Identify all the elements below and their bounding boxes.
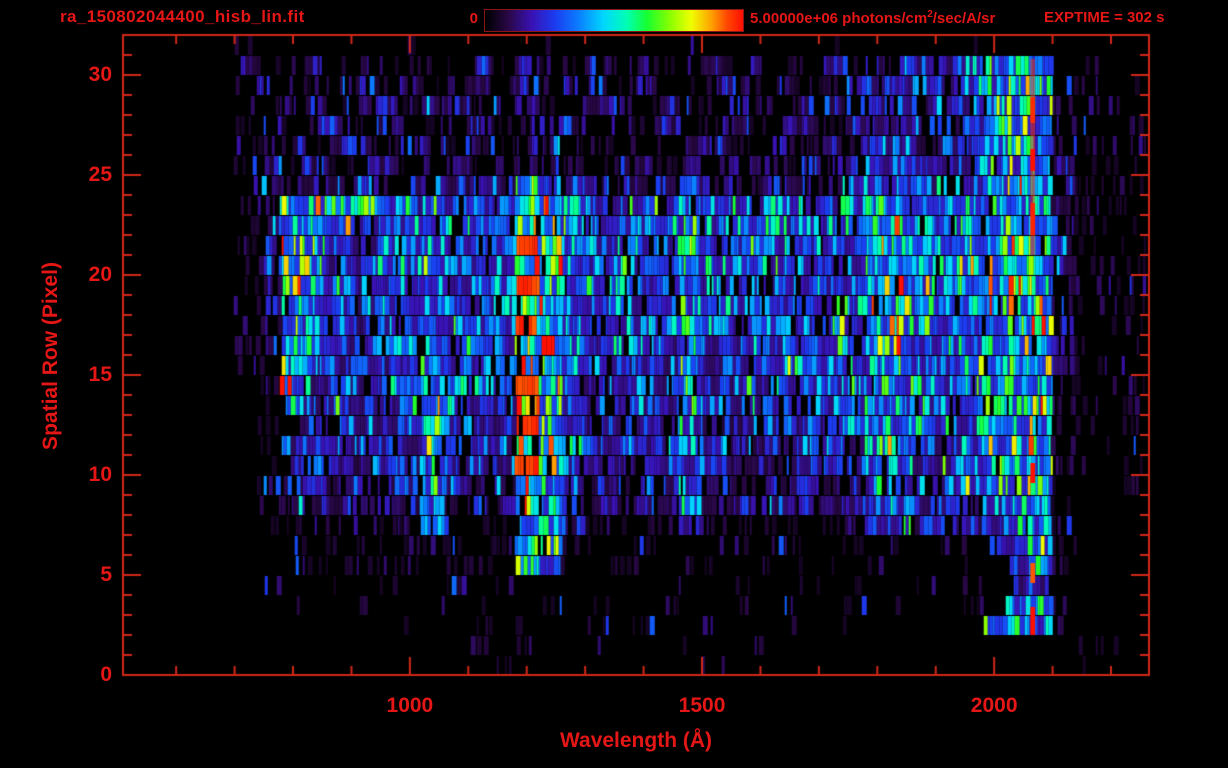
colorbar-gradient — [485, 10, 743, 31]
y-tick-label: 30 — [88, 63, 112, 86]
colorbar — [484, 9, 744, 32]
plot-window: ra_150802044400_hisb_lin.fit 0 5.00000e+… — [0, 0, 1228, 768]
colorbar-min-label: 0 — [469, 10, 478, 27]
y-tick-label: 20 — [88, 263, 112, 286]
colorbar-max-value: 5.00000e+06 — [750, 10, 839, 27]
x-tick-label: 1500 — [678, 694, 726, 717]
colorbar-units-prefix: photons/cm — [838, 10, 928, 27]
x-tick-label: 2000 — [970, 694, 1018, 717]
plot-title: ra_150802044400_hisb_lin.fit — [60, 7, 305, 26]
spectrogram-heatmap-canvas — [0, 0, 1228, 768]
y-axis-title: Spatial Row (Pixel) — [39, 262, 62, 450]
x-axis-title: Wavelength (Å) — [559, 729, 713, 752]
colorbar-units-suffix: /sec/A/sr — [932, 10, 996, 27]
y-tick-label: 5 — [100, 563, 112, 586]
y-tick-label: 0 — [100, 663, 112, 686]
y-tick-label: 15 — [88, 363, 112, 386]
exptime-label: EXPTIME = 302 s — [1044, 9, 1165, 26]
colorbar-max-label: 5.00000e+06 photons/cm2/sec/A/sr — [750, 9, 995, 27]
x-tick-label: 1000 — [386, 694, 434, 717]
y-tick-label: 10 — [88, 463, 112, 486]
y-tick-label: 25 — [88, 163, 112, 186]
